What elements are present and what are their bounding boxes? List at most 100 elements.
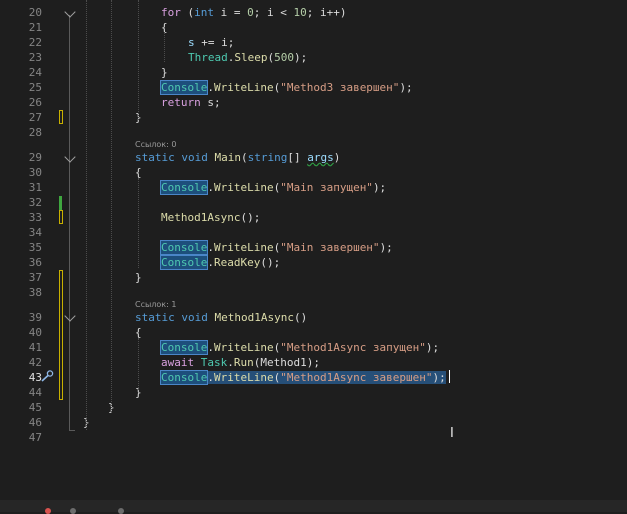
- code-line[interactable]: 43 Console.WriteLine("Method1Async заверш…: [0, 370, 627, 385]
- code-token: static: [135, 311, 175, 324]
- code-token: );: [425, 341, 440, 354]
- code-line[interactable]: 35 Console.WriteLine("Main завершен");: [0, 240, 627, 255]
- code-text[interactable]: }: [161, 65, 168, 80]
- code-token: Main: [214, 151, 242, 164]
- code-line[interactable]: 47: [0, 430, 627, 445]
- code-token: (: [180, 6, 195, 19]
- code-token: 10: [293, 6, 307, 19]
- code-line[interactable]: 39 static void Method1Async(): [0, 310, 627, 325]
- code-line[interactable]: 26 return s;: [0, 95, 627, 110]
- code-token: for: [161, 6, 181, 19]
- code-line[interactable]: 41 Console.WriteLine("Method1Async запуще…: [0, 340, 627, 355]
- code-line[interactable]: 28: [0, 125, 627, 140]
- code-line[interactable]: 40{: [0, 325, 627, 340]
- code-line[interactable]: 44}: [0, 385, 627, 400]
- line-number: 47: [28, 431, 42, 444]
- code-line[interactable]: 27}: [0, 110, 627, 125]
- quick-actions-icon[interactable]: [40, 370, 54, 382]
- code-line[interactable]: 25 Console.WriteLine("Method3 завершен");: [0, 80, 627, 95]
- code-token: Console: [159, 240, 209, 255]
- code-token: void: [181, 151, 208, 164]
- code-token: "Main запущен": [280, 181, 373, 194]
- code-line[interactable]: 30{: [0, 165, 627, 180]
- change-marker: [59, 210, 63, 224]
- code-token: "Main завершен": [280, 241, 380, 254]
- code-line[interactable]: 23 Thread.Sleep(500);: [0, 50, 627, 65]
- code-line[interactable]: 34: [0, 225, 627, 240]
- code-token: (): [293, 311, 308, 324]
- code-text[interactable]: Console.WriteLine("Main запущен");: [159, 180, 387, 195]
- code-text[interactable]: for (int i = 0; i < 10; i++): [161, 5, 347, 20]
- code-token: "Method3 завершен": [280, 81, 400, 94]
- codelens-references[interactable]: Ссылок: 0: [135, 139, 176, 150]
- code-text[interactable]: return s;: [161, 95, 221, 110]
- code-token: Thread: [188, 51, 228, 64]
- code-token: .: [207, 371, 214, 384]
- code-line[interactable]: 31 Console.WriteLine("Main запущен");: [0, 180, 627, 195]
- code-text[interactable]: Console.WriteLine("Method3 завершен");: [159, 80, 413, 95]
- code-token: ): [333, 151, 341, 164]
- codelens-references[interactable]: Ссылок: 1: [135, 299, 176, 310]
- line-number: 41: [28, 341, 42, 354]
- code-line[interactable]: 20 for (int i = 0; i < 10; i++): [0, 5, 627, 20]
- code-token: }: [161, 66, 168, 79]
- code-token: 0: [247, 6, 254, 19]
- outline-end: [69, 430, 75, 431]
- code-token: WriteLine: [213, 81, 274, 94]
- code-token: s;: [200, 96, 221, 109]
- line-number: 33: [28, 211, 42, 224]
- code-line[interactable]: 45}: [0, 400, 627, 415]
- code-line[interactable]: 38: [0, 285, 627, 300]
- code-token: );: [372, 181, 387, 194]
- code-text[interactable]: static void Method1Async(): [135, 310, 307, 325]
- line-number: 28: [28, 126, 42, 139]
- code-editor[interactable]: 20 for (int i = 0; i < 10; i++) 21{22 s += …: [0, 0, 627, 500]
- code-token: i =: [214, 6, 248, 19]
- status-dot: [45, 508, 51, 514]
- code-token: WriteLine: [213, 241, 274, 254]
- code-text[interactable]: Console.WriteLine("Main завершен");: [159, 240, 393, 255]
- code-token: 500: [274, 51, 294, 64]
- code-text[interactable]: }: [135, 270, 142, 285]
- code-token: "Method1Async запущен": [280, 341, 426, 354]
- code-token: .: [207, 341, 214, 354]
- line-number: 31: [28, 181, 42, 194]
- code-line[interactable]: 29 static void Main(string[] args): [0, 150, 627, 165]
- code-line[interactable]: 24}: [0, 65, 627, 80]
- indent-guide: [86, 0, 87, 430]
- line-number: 38: [28, 286, 42, 299]
- code-text[interactable]: static void Main(string[] args): [135, 150, 340, 165]
- code-line[interactable]: 36 Console.ReadKey();: [0, 255, 627, 270]
- line-number: 29: [28, 151, 42, 164]
- line-number: 39: [28, 311, 42, 324]
- code-line[interactable]: 37}: [0, 270, 627, 285]
- code-text[interactable]: await Task.Run(Method1);: [161, 355, 320, 370]
- code-token: );: [379, 241, 393, 254]
- line-number: 36: [28, 256, 42, 269]
- code-token: ReadKey: [213, 256, 261, 269]
- code-line[interactable]: 46}: [0, 415, 627, 430]
- line-number: 32: [28, 196, 42, 209]
- status-dot: [118, 508, 124, 514]
- code-text[interactable]: Console.WriteLine("Method1Async завершен…: [159, 370, 446, 385]
- code-line[interactable]: 22 s += i;: [0, 35, 627, 50]
- code-line[interactable]: 21{: [0, 20, 627, 35]
- code-text[interactable]: Method1Async();: [161, 210, 260, 225]
- code-text[interactable]: Console.WriteLine("Method1Async запущен"…: [159, 340, 440, 355]
- code-token: .: [207, 241, 214, 254]
- code-text[interactable]: s += i;: [188, 35, 234, 50]
- change-marker: [59, 110, 63, 124]
- code-line[interactable]: 33 Method1Async();: [0, 210, 627, 225]
- code-text[interactable]: Thread.Sleep(500);: [188, 50, 307, 65]
- code-line[interactable]: 32: [0, 195, 627, 210]
- code-token: await: [161, 356, 195, 369]
- code-token: );: [294, 51, 308, 64]
- line-number: 23: [28, 51, 42, 64]
- code-text[interactable]: Console.ReadKey();: [159, 255, 280, 270]
- code-token: ; i++): [306, 6, 347, 19]
- code-token: WriteLine: [213, 341, 274, 354]
- bottom-strip: [0, 500, 627, 512]
- code-line[interactable]: 42 await Task.Run(Method1);: [0, 355, 627, 370]
